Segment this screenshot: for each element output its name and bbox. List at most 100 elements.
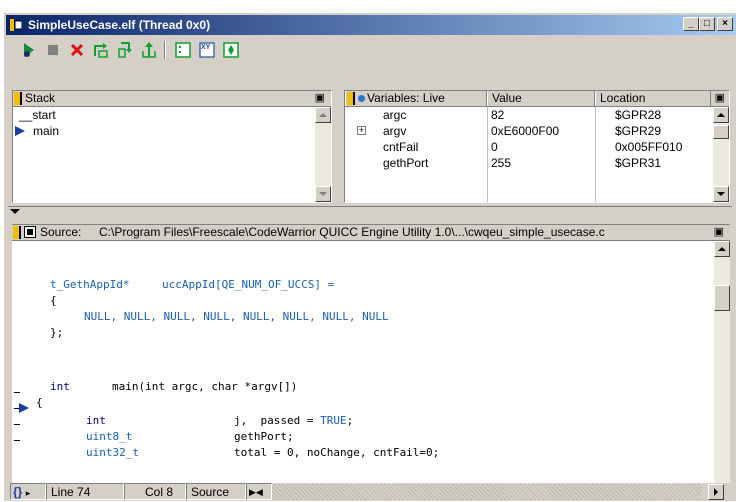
xy-label: XY bbox=[201, 44, 211, 51]
stack-header: Stack ▣ bbox=[13, 91, 331, 107]
scroll-up-icon[interactable] bbox=[714, 241, 730, 257]
horizontal-scroll-track[interactable] bbox=[272, 484, 702, 500]
stack-pane: Stack ▣ __start main bbox=[12, 90, 332, 203]
horizontal-scroll-arrows[interactable]: ▶◀ bbox=[246, 483, 272, 500]
line-number: Line 74 bbox=[46, 483, 124, 500]
variables-live-dot-icon bbox=[358, 95, 365, 102]
variable-row[interactable]: argc 82 $GPR28 bbox=[345, 107, 711, 123]
code-line: gethPort; bbox=[234, 430, 294, 443]
run-icon bbox=[24, 43, 34, 57]
current-frame-arrow-icon bbox=[15, 126, 25, 136]
kill-icon bbox=[70, 43, 84, 57]
program-counter-arrow-icon bbox=[19, 403, 29, 413]
variables-scrollbar[interactable] bbox=[713, 107, 729, 202]
step-out-button[interactable] bbox=[138, 39, 160, 61]
breakpoint-gutter-mark[interactable] bbox=[14, 392, 20, 393]
step-into-icon bbox=[118, 42, 132, 58]
stack-title: Stack bbox=[25, 91, 56, 105]
debugger-window: SimpleUseCase.elf (Thread 0x0) _ □ × XY … bbox=[3, 12, 736, 501]
code-line: int bbox=[50, 380, 70, 393]
source-label: Source: bbox=[40, 225, 82, 239]
source-scrollbar[interactable] bbox=[714, 241, 730, 483]
popup-arrow-icon: ▸ bbox=[25, 488, 31, 498]
view-mode-popup[interactable]: Source bbox=[186, 483, 246, 500]
function-popup-button[interactable]: {} ▸ bbox=[10, 483, 46, 500]
breakpoint-gutter-mark[interactable] bbox=[14, 424, 20, 425]
pane-grip-icon bbox=[347, 92, 355, 105]
stack-item[interactable]: __start bbox=[19, 107, 56, 123]
toolbar-separator bbox=[164, 41, 166, 59]
step-over-button[interactable] bbox=[90, 39, 112, 61]
source-header: Source: C:\Program Files\Freescale\CodeW… bbox=[12, 224, 730, 241]
window-icon bbox=[10, 19, 22, 31]
window-title: SimpleUseCase.elf (Thread 0x0) bbox=[28, 18, 211, 32]
location-column-header[interactable]: Location bbox=[595, 91, 711, 106]
xy-button[interactable]: XY bbox=[196, 39, 218, 61]
variables-pane: Variables: Live Value Location ▣ argc 82… bbox=[344, 90, 730, 203]
scroll-down-icon[interactable] bbox=[713, 186, 729, 202]
breakpoint-button[interactable] bbox=[220, 39, 242, 61]
code-line: j, passed = TRUE; bbox=[234, 414, 354, 427]
code-line: uccAppId[QE_NUM_OF_UCCS] = bbox=[162, 278, 335, 291]
source-file-path: C:\Program Files\Freescale\CodeWarrior Q… bbox=[99, 225, 605, 239]
scroll-thumb[interactable] bbox=[713, 125, 729, 139]
step-out-icon bbox=[142, 42, 156, 58]
toolbar: XY bbox=[10, 37, 370, 65]
variable-row[interactable]: + argv 0xE6000F00 $GPR29 bbox=[345, 123, 711, 139]
variable-row[interactable]: cntFail 0 0x005FF010 bbox=[345, 139, 711, 155]
run-button[interactable] bbox=[18, 39, 40, 61]
code-line: { bbox=[50, 294, 57, 307]
column-divider bbox=[487, 107, 488, 202]
close-button[interactable]: × bbox=[717, 17, 733, 31]
column-divider bbox=[595, 107, 596, 202]
collapse-arrow-icon[interactable] bbox=[10, 209, 20, 215]
stop-icon bbox=[48, 45, 58, 55]
code-line: NULL, NULL, NULL, NULL, NULL, NULL, NULL… bbox=[84, 310, 389, 323]
stop-button[interactable] bbox=[42, 39, 64, 61]
code-line: int bbox=[86, 414, 106, 427]
pane-splitter[interactable] bbox=[8, 206, 732, 216]
scroll-right-icon[interactable] bbox=[708, 484, 724, 500]
scroll-up-icon[interactable] bbox=[315, 107, 331, 123]
variables-header: Variables: Live Value Location ▣ bbox=[345, 91, 729, 107]
pane-menu-icon[interactable]: ▣ bbox=[315, 91, 325, 106]
scroll-thumb[interactable] bbox=[714, 285, 730, 311]
scroll-down-icon[interactable] bbox=[315, 186, 331, 202]
code-line: main(int argc, char *argv[]) bbox=[112, 380, 298, 393]
stack-scrollbar[interactable] bbox=[315, 107, 331, 202]
breakpoint-icon bbox=[223, 42, 239, 58]
breakpoint-gutter[interactable] bbox=[12, 241, 24, 483]
breakpoint-gutter-mark[interactable] bbox=[14, 440, 20, 441]
code-line: uint32_t bbox=[86, 446, 139, 459]
pane-menu-icon[interactable]: ▣ bbox=[714, 225, 724, 240]
value-column-header[interactable]: Value bbox=[487, 91, 595, 106]
pane-grip-icon bbox=[14, 92, 22, 105]
code-line: { bbox=[36, 396, 43, 409]
maximize-button[interactable]: □ bbox=[699, 17, 715, 31]
title-bar[interactable]: SimpleUseCase.elf (Thread 0x0) _ □ × bbox=[6, 15, 736, 35]
registers-icon bbox=[175, 42, 191, 58]
scroll-right-icon[interactable]: ▶ bbox=[249, 487, 256, 497]
registers-button[interactable] bbox=[172, 39, 194, 61]
step-into-button[interactable] bbox=[114, 39, 136, 61]
source-code-pane[interactable]: t_GethAppId* uccAppId[QE_NUM_OF_UCCS] = … bbox=[12, 241, 730, 483]
code-line: t_GethAppId* bbox=[50, 278, 130, 291]
kill-button[interactable] bbox=[66, 39, 88, 61]
braces-icon: {} bbox=[13, 485, 23, 499]
variable-row[interactable]: gethPort 255 $GPR31 bbox=[345, 155, 711, 171]
pane-menu-icon[interactable]: ▣ bbox=[715, 91, 725, 106]
column-number: Col 8 bbox=[124, 483, 186, 500]
variables-name-header[interactable]: Variables: Live bbox=[345, 91, 487, 106]
stack-item-current[interactable]: main bbox=[13, 123, 303, 139]
step-over-icon bbox=[94, 43, 108, 58]
expand-icon[interactable]: + bbox=[357, 126, 366, 135]
code-line: total = 0, noChange, cntFail=0; bbox=[234, 446, 440, 459]
pane-grip-icon bbox=[13, 226, 21, 239]
minimize-button[interactable]: _ bbox=[683, 17, 699, 31]
status-bar: {} ▸ Line 74 Col 8 Source ▶◀ bbox=[10, 483, 730, 501]
code-line: }; bbox=[50, 326, 64, 339]
source-file-icon[interactable] bbox=[24, 226, 36, 238]
scroll-up-icon[interactable] bbox=[713, 107, 729, 123]
code-line: uint8_t bbox=[86, 430, 133, 443]
scroll-left-icon[interactable]: ◀ bbox=[256, 487, 263, 497]
